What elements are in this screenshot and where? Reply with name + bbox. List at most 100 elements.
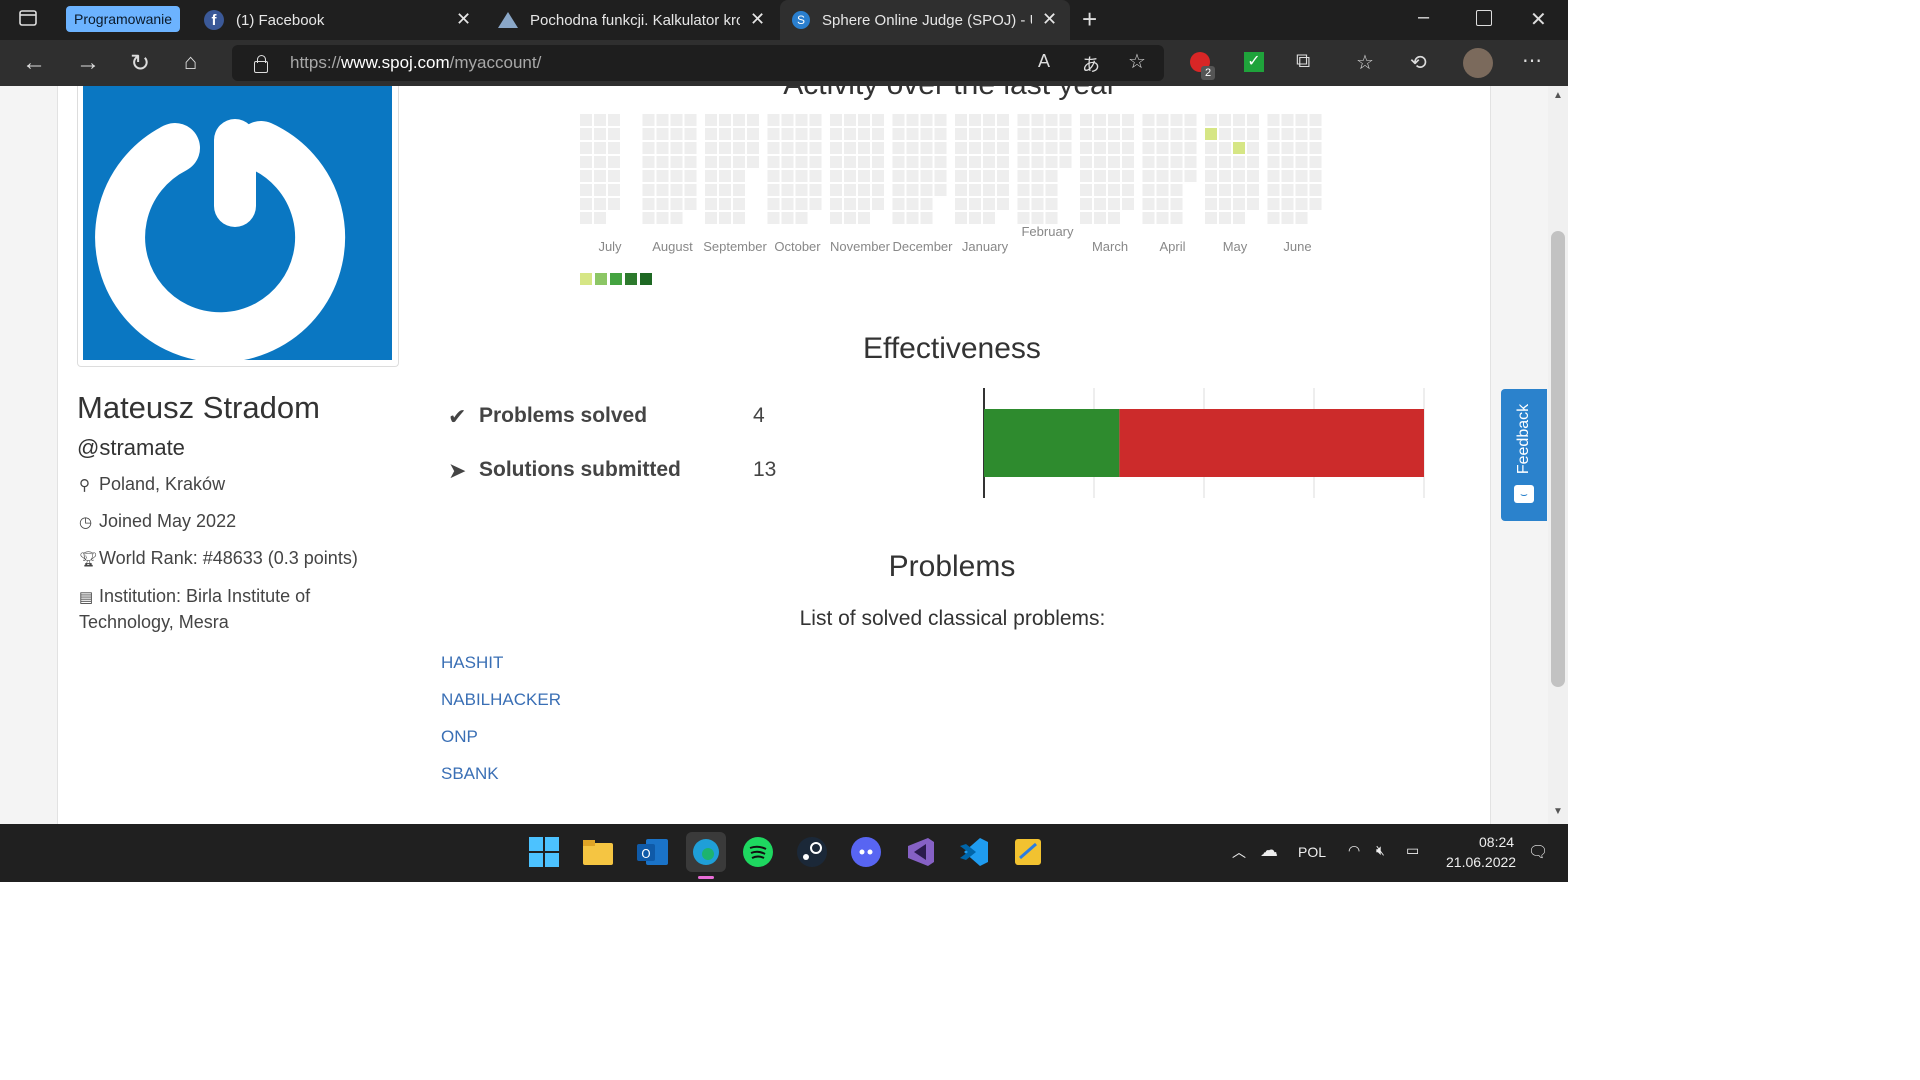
edge-icon[interactable] [686, 832, 726, 872]
heatmap-day-cell [1031, 170, 1044, 182]
vscode-icon[interactable] [956, 834, 992, 870]
heatmap-day-cell [983, 114, 995, 126]
heatmap-day-cell [594, 170, 606, 182]
heatmap-day-cell [767, 170, 780, 182]
tab-actions-icon[interactable] [18, 8, 38, 28]
minimize-icon[interactable]: – [1418, 6, 1429, 29]
heatmap-day-cell [733, 142, 745, 154]
heatmap-day-cell [1267, 212, 1280, 224]
heatmap-day-cell [705, 170, 717, 182]
refresh-icon[interactable]: ↻ [130, 49, 150, 78]
forward-icon[interactable]: → [76, 49, 100, 77]
heatmap-day-cell [1080, 184, 1092, 196]
heatmap-legend-swatch [625, 273, 637, 285]
new-tab-icon[interactable]: + [1082, 4, 1097, 35]
heatmap-day-cell [1080, 198, 1092, 210]
address-bar[interactable]: https://www.spoj.com/myaccount/ A あ ☆ [232, 45, 1164, 81]
show-hidden-icons-icon[interactable]: ︿ [1232, 842, 1246, 862]
problem-link-sbank[interactable]: SBANK [441, 764, 499, 784]
heatmap-day-cell [906, 156, 919, 168]
problem-link-nabilhacker[interactable]: NABILHACKER [441, 690, 561, 710]
problem-link-onp[interactable]: ONP [441, 727, 478, 747]
close-window-icon[interactable]: ✕ [1530, 7, 1547, 32]
check-icon: ✔ [448, 404, 467, 429]
close-icon[interactable]: ✕ [456, 9, 471, 30]
heatmap-day-cell [844, 170, 856, 182]
tab-derivative-calculator[interactable]: Pochodna funkcji. Kalkulator krok ✕ [488, 0, 770, 40]
heatmap-day-cell [969, 170, 981, 182]
more-icon[interactable]: ⋯ [1522, 48, 1542, 73]
notifications-icon[interactable]: 🗨︎ [1528, 842, 1548, 862]
heatmap-day-cell [1247, 170, 1259, 182]
visual-studio-icon[interactable] [902, 834, 938, 870]
heatmap-day-cell [719, 156, 731, 168]
heatmap-day-cell [892, 212, 905, 224]
heatmap-day-cell [1205, 142, 1217, 154]
clock-time[interactable]: 08:24 [1479, 834, 1514, 850]
tab-facebook[interactable]: f (1) Facebook ✕ [196, 0, 478, 40]
tab-group-label[interactable]: Programowanie [66, 6, 181, 32]
heatmap-day-cell [1031, 184, 1044, 196]
scrollbar-thumb[interactable] [1551, 231, 1565, 687]
heatmap-day-cell [781, 128, 794, 140]
heatmap-day-cell [1122, 184, 1134, 196]
battery-icon[interactable]: ▭ [1406, 842, 1419, 859]
home-icon[interactable]: ⌂ [184, 49, 197, 75]
steam-icon[interactable] [794, 834, 830, 870]
translate-icon[interactable]: あ [1082, 51, 1100, 77]
spotify-icon[interactable] [740, 834, 776, 870]
heatmap-day-cell [997, 170, 1009, 182]
heatmap-day-cell [830, 184, 842, 196]
heatmap-day-cell [1267, 198, 1280, 210]
heatmap-day-cell [705, 198, 717, 210]
month-label: July [598, 239, 622, 254]
file-explorer-icon[interactable] [580, 834, 616, 870]
extensions-icon[interactable]: ⧉ [1296, 50, 1310, 73]
heatmap-day-cell [872, 184, 884, 196]
history-icon[interactable]: ⟲ [1410, 50, 1427, 75]
close-icon[interactable]: ✕ [750, 9, 765, 30]
heatmap-day-cell [594, 114, 606, 126]
favorites-icon[interactable]: ☆ [1356, 50, 1374, 75]
scroll-up-icon[interactable]: ▲ [1553, 90, 1563, 101]
scroll-down-icon[interactable]: ▼ [1553, 806, 1563, 817]
read-aloud-icon[interactable]: A [1038, 51, 1050, 72]
heatmap-day-cell [969, 128, 981, 140]
back-icon[interactable]: ← [22, 49, 46, 77]
windows-taskbar: O ︿ ☁ POL ◠ 🔇︎ ▭ 08:24 21.06.2022 🗨︎ [0, 824, 1568, 882]
heatmap-day-cell [906, 114, 919, 126]
discord-icon[interactable] [848, 834, 884, 870]
start-icon[interactable] [526, 834, 562, 870]
heatmap-day-cell [1017, 128, 1030, 140]
close-icon[interactable]: ✕ [1042, 9, 1057, 30]
heatmap-day-cell [642, 128, 655, 140]
outlook-icon[interactable]: O [634, 834, 670, 870]
problem-link-hashit[interactable]: HASHIT [441, 653, 503, 673]
onedrive-icon[interactable]: ☁ [1260, 840, 1278, 861]
volume-muted-icon[interactable]: 🔇︎ [1376, 842, 1385, 859]
heatmap-day-cell [955, 184, 967, 196]
heatmap-day-cell [767, 184, 780, 196]
clock-date[interactable]: 21.06.2022 [1446, 854, 1516, 870]
profile-avatar[interactable] [1463, 48, 1493, 78]
app-icon[interactable] [1010, 834, 1046, 870]
feedback-button[interactable]: Feedback ⌣ [1501, 389, 1547, 521]
add-favorite-icon[interactable]: ☆ [1128, 49, 1146, 74]
extension-check-icon[interactable]: ✓ [1244, 52, 1264, 72]
language-indicator[interactable]: POL [1298, 844, 1326, 860]
profile-handle: @stramate [77, 435, 185, 460]
wifi-icon[interactable]: ◠ [1348, 842, 1360, 859]
tab-spoj[interactable]: S Sphere Online Judge (SPOJ) - Us ✕ [780, 0, 1070, 40]
heatmap-day-cell [705, 128, 717, 140]
heatmap-day-cell [767, 156, 780, 168]
restore-icon[interactable] [1476, 10, 1492, 26]
month-label: August [652, 239, 693, 254]
heatmap-day-cell [1170, 114, 1183, 126]
heatmap-day-cell [1094, 142, 1106, 154]
heatmap-day-cell [1184, 114, 1197, 126]
heatmap-day-cell [1267, 156, 1280, 168]
heatmap-day-cell [705, 156, 717, 168]
browser-toolbar: ← → ↻ ⌂ https://www.spoj.com/myaccount/ … [0, 40, 1568, 86]
month-label: October [774, 239, 821, 254]
heatmap-day-cell [1247, 142, 1259, 154]
